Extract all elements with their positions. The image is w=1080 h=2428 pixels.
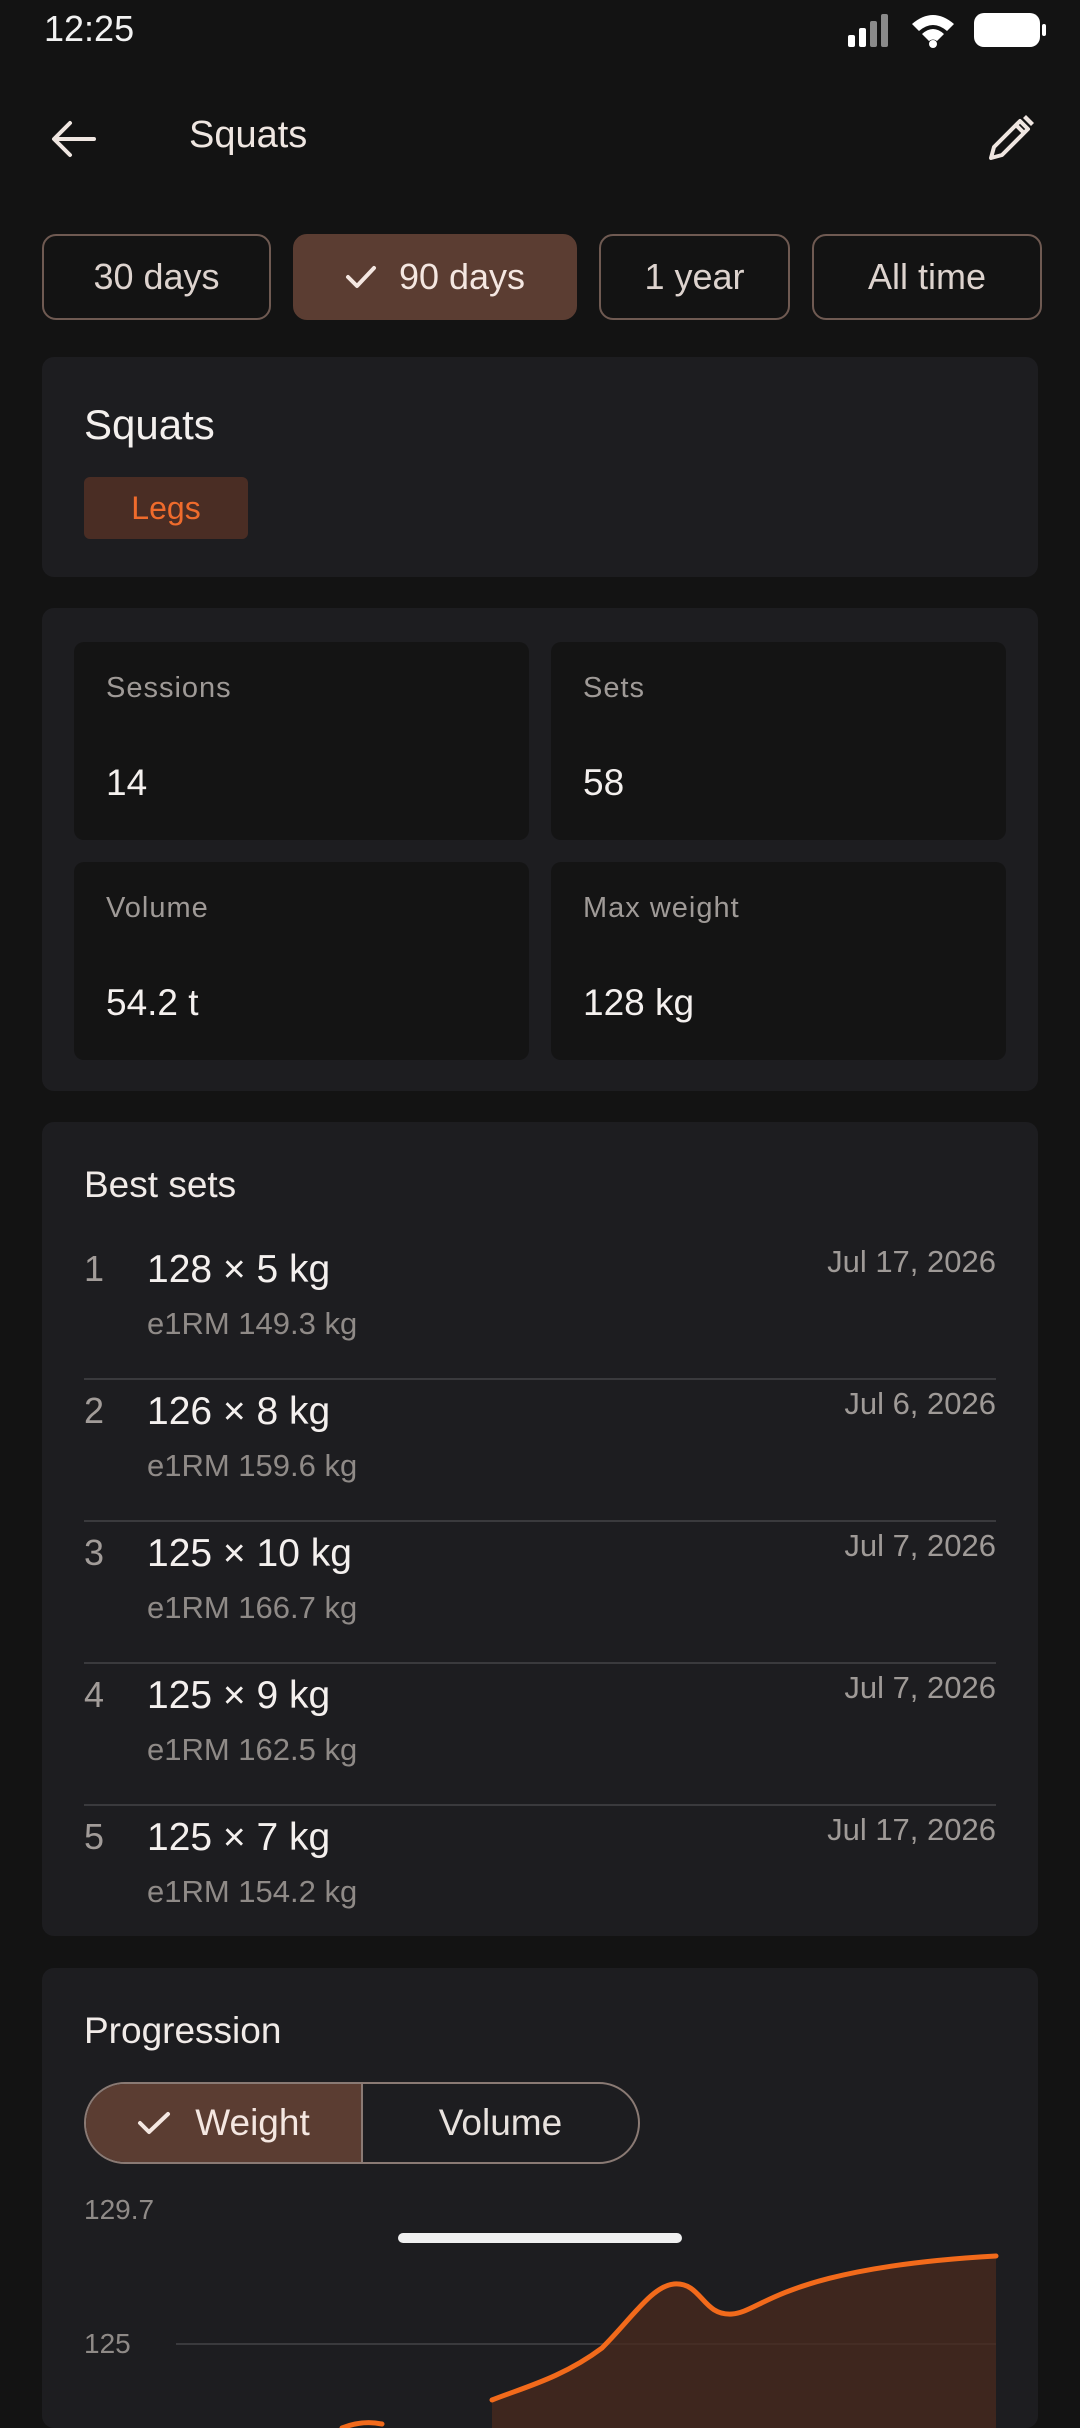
category-label: Legs <box>131 489 201 526</box>
stat-label: Sessions <box>106 672 232 704</box>
range-filter-chips: 30 days 90 days 1 year All time <box>42 234 1042 322</box>
stat-value: 14 <box>106 762 148 803</box>
stat-sessions: Sessions 14 <box>74 642 529 840</box>
arrow-back-icon <box>52 121 96 157</box>
best-set-date: Jul 6, 2026 <box>844 1386 996 1421</box>
stat-volume: Volume 54.2 t <box>74 862 529 1060</box>
status-icons <box>846 12 1046 48</box>
progression-line-tail <box>339 2420 385 2428</box>
best-set-row: 2 126 × 8 kg e1RM 159.6 kg Jul 6, 2026 <box>84 1380 996 1522</box>
app-bar: Squats <box>0 84 1080 192</box>
chip-label: 90 days <box>398 256 526 297</box>
signal-icon <box>848 14 888 47</box>
chip-90-days[interactable]: 90 days <box>293 234 577 320</box>
chip-label: 30 days <box>93 256 220 297</box>
pencil-icon <box>989 115 1034 160</box>
category-tag: Legs <box>84 477 248 539</box>
chip-1-year[interactable]: 1 year <box>599 234 790 320</box>
stat-max-weight: Max weight 128 kg <box>551 862 1006 1060</box>
stats-card: Sessions 14 Sets 58 Volume 54.2 t Max we… <box>42 608 1038 1091</box>
page-title: Squats <box>189 114 308 156</box>
best-set-date: Jul 7, 2026 <box>844 1528 996 1563</box>
best-set-date: Jul 17, 2026 <box>827 1812 996 1847</box>
back-button[interactable] <box>30 104 118 174</box>
best-set-row: 1 128 × 5 kg e1RM 149.3 kg Jul 17, 2026 <box>84 1238 996 1380</box>
chip-30-days[interactable]: 30 days <box>42 234 271 320</box>
best-set-weight: 128 × 5 kg <box>147 1248 331 1291</box>
stat-label: Max weight <box>583 892 740 924</box>
chip-label: 1 year <box>644 256 745 297</box>
stat-sets: Sets 58 <box>551 642 1006 840</box>
best-set-e1rm: e1RM 159.6 kg <box>147 1448 358 1483</box>
best-set-e1rm: e1RM 154.2 kg <box>147 1874 358 1909</box>
best-set-rank: 2 <box>84 1390 105 1431</box>
stat-label: Volume <box>106 892 209 924</box>
status-bar: 12:25 <box>0 0 1080 60</box>
best-set-weight: 125 × 7 kg <box>147 1816 331 1859</box>
best-set-rank: 5 <box>84 1816 105 1857</box>
stat-value: 54.2 t <box>106 982 199 1023</box>
check-icon <box>345 266 376 288</box>
best-set-row: 5 125 × 7 kg e1RM 154.2 kg Jul 17, 2026 <box>84 1806 996 1948</box>
chip-label: All time <box>867 256 987 297</box>
best-set-row: 3 125 × 10 kg e1RM 166.7 kg Jul 7, 2026 <box>84 1522 996 1664</box>
best-set-rank: 1 <box>84 1248 105 1289</box>
progression-card: Progression Weight Volume 129.7 125 <box>42 1968 1038 2428</box>
home-indicator[interactable] <box>398 2233 682 2243</box>
best-sets-card: Best sets 1 128 × 5 kg e1RM 149.3 kg Jul… <box>42 1122 1038 1936</box>
exercise-name: Squats <box>84 401 215 448</box>
edit-button[interactable] <box>970 104 1050 174</box>
best-set-row: 4 125 × 9 kg e1RM 162.5 kg Jul 7, 2026 <box>84 1664 996 1806</box>
best-set-rank: 3 <box>84 1532 105 1573</box>
best-set-date: Jul 17, 2026 <box>827 1244 996 1279</box>
status-time: 12:25 <box>44 8 135 49</box>
best-set-rank: 4 <box>84 1674 105 1715</box>
stat-value: 58 <box>583 762 625 803</box>
wifi-icon <box>912 15 954 48</box>
best-set-weight: 125 × 10 kg <box>147 1532 352 1575</box>
progression-chart <box>176 2253 999 2428</box>
battery-icon <box>974 13 1046 47</box>
best-set-weight: 126 × 8 kg <box>147 1390 331 1433</box>
best-set-weight: 125 × 9 kg <box>147 1674 331 1717</box>
best-set-e1rm: e1RM 149.3 kg <box>147 1306 358 1341</box>
progression-area <box>492 2256 996 2428</box>
best-set-e1rm: e1RM 162.5 kg <box>147 1732 358 1767</box>
best-set-e1rm: e1RM 166.7 kg <box>147 1590 358 1625</box>
stat-label: Sets <box>583 672 646 704</box>
exercise-header-card: Squats Legs <box>42 357 1038 577</box>
chip-all-time[interactable]: All time <box>812 234 1042 320</box>
best-set-date: Jul 7, 2026 <box>844 1670 996 1705</box>
section-title: Best sets <box>84 1164 237 1205</box>
stat-value: 128 kg <box>583 982 695 1023</box>
